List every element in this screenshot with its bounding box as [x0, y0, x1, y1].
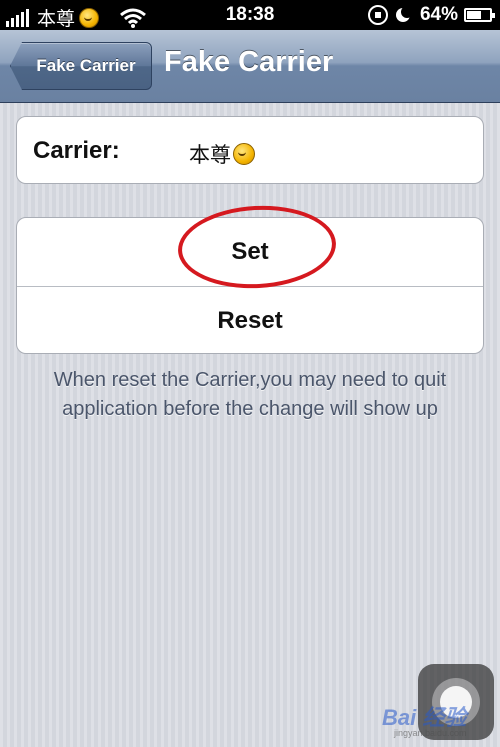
moon-icon [395, 6, 413, 22]
page-title: Fake Carrier [164, 46, 334, 78]
battery-percent: 64% [419, 4, 458, 25]
reset-note: When reset the Carrier,you may need to q… [53, 369, 447, 420]
action-buttons-group: Set Reset [16, 217, 484, 354]
carrier-value-text: 本尊 [189, 144, 231, 167]
battery-icon [464, 8, 495, 22]
back-button[interactable]: Fake Carrier [10, 42, 152, 90]
back-button-label: Fake Carrier [36, 56, 136, 75]
set-button[interactable]: Set [17, 218, 483, 287]
carrier-value[interactable]: 本尊 [189, 139, 255, 169]
reset-button[interactable]: Reset [17, 287, 483, 353]
status-bar: 本尊 18:38 64% [0, 0, 500, 30]
carrier-emoji-icon [233, 143, 255, 165]
carrier-label: Carrier: [33, 137, 120, 164]
navigation-bar: Fake Carrier Fake Carrier [0, 30, 500, 103]
rotation-lock-icon [367, 5, 388, 25]
status-right: 64% [367, 4, 495, 26]
carrier-field-group[interactable]: Carrier: 本尊 [16, 116, 484, 184]
battery-fill [467, 11, 482, 19]
watermark-url: jingyan.baidu.com [394, 728, 467, 738]
